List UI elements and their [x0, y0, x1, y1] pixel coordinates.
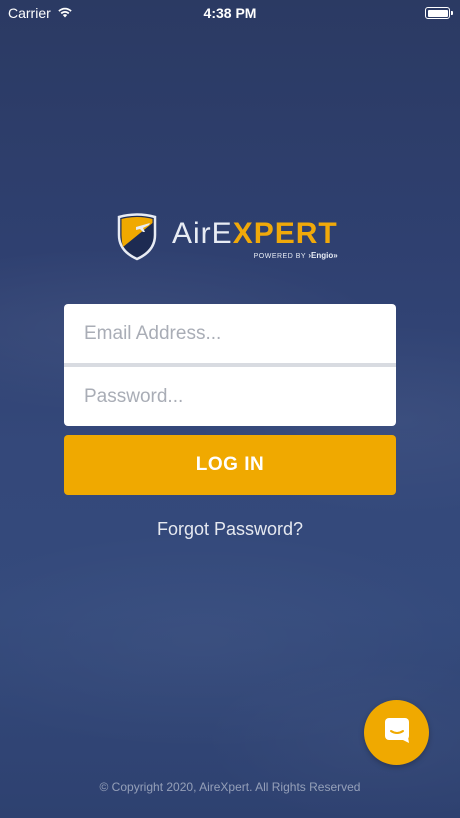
logo-wordmark: AirEXPERT POWERED BY ›Engio»	[172, 218, 338, 261]
battery-level	[427, 9, 448, 17]
email-field[interactable]	[64, 304, 396, 363]
shield-plane-icon	[116, 212, 158, 266]
engio-label: ›Engio»	[308, 251, 338, 260]
logo-title: AirEXPERT	[172, 218, 338, 250]
powered-by-label: POWERED BY	[253, 253, 306, 260]
forgot-password-link[interactable]: Forgot Password?	[0, 519, 460, 540]
logo-powered-by: POWERED BY ›Engio»	[254, 251, 338, 260]
logo-expert: XPERT	[232, 217, 338, 250]
chat-button[interactable]	[364, 700, 429, 765]
copyright-text: © Copyright 2020, AireXpert. All Rights …	[99, 780, 361, 794]
logo-aire: AirE	[172, 217, 233, 250]
battery-icon	[425, 7, 453, 19]
chat-icon	[383, 716, 411, 749]
status-left: Carrier	[8, 5, 73, 21]
password-field[interactable]	[64, 367, 396, 426]
carrier-label: Carrier	[8, 5, 51, 21]
wifi-icon	[57, 5, 73, 21]
status-time: 4:38 PM	[203, 5, 257, 21]
app-logo: AirEXPERT POWERED BY ›Engio»	[116, 212, 348, 266]
login-button[interactable]: LOG IN	[64, 435, 396, 495]
status-bar: Carrier 4:38 PM	[0, 0, 460, 26]
